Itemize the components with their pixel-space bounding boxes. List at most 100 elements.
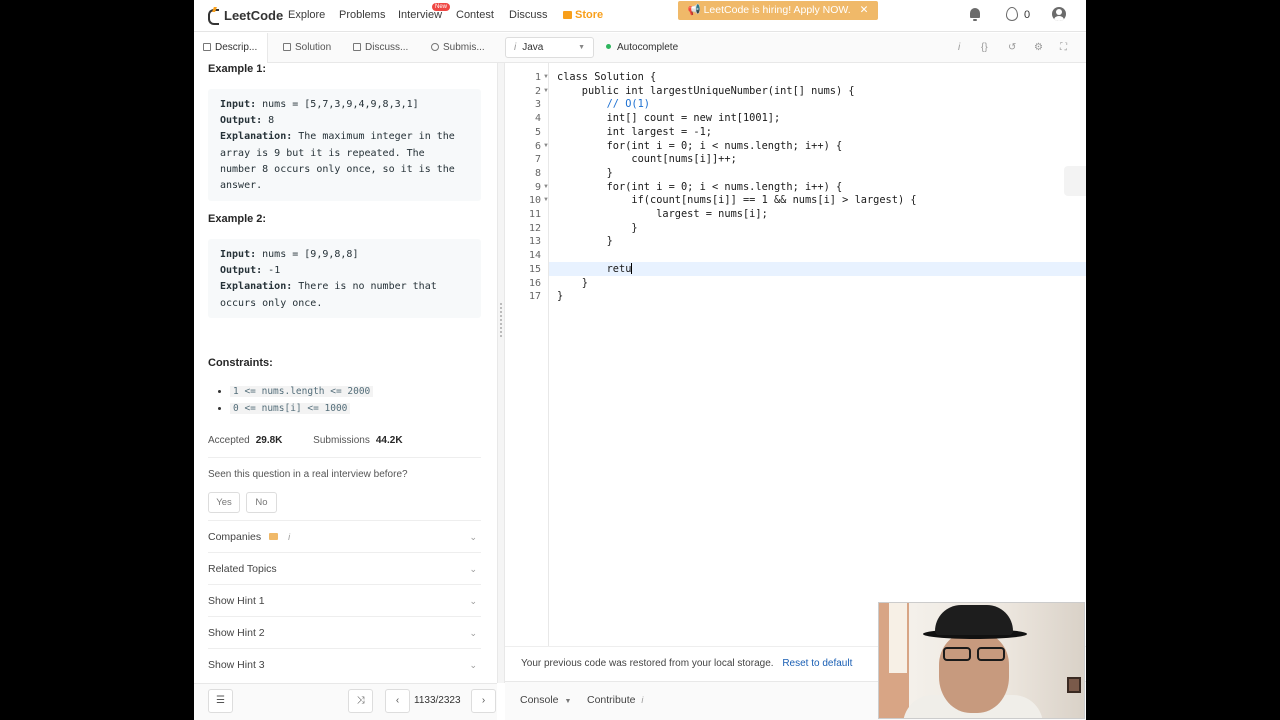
contribute-button[interactable]: Contribute i: [587, 694, 643, 706]
tab-discuss[interactable]: Discuss...: [344, 33, 420, 63]
close-icon[interactable]: ✕: [860, 4, 869, 16]
side-panel-toggle[interactable]: [1064, 166, 1086, 196]
reset-to-default-link[interactable]: Reset to default: [782, 658, 852, 669]
line-number: 4: [534, 113, 541, 125]
constraints-list: 1 <= nums.length <= 2000 0 <= nums[i] <=…: [230, 383, 374, 417]
discuss-icon: [353, 43, 361, 51]
problem-position: 1133/2323: [414, 695, 461, 706]
code-line[interactable]: for(int i = 0; i < nums.length; i++) {: [557, 181, 843, 195]
list-icon: ☰: [216, 695, 225, 706]
fold-arrow-icon[interactable]: ▼: [543, 88, 549, 94]
prev-problem-button[interactable]: ‹: [385, 689, 410, 713]
caret-down-icon: ▼: [564, 698, 572, 705]
tab-description[interactable]: Descrip...: [194, 33, 268, 63]
braces-icon[interactable]: {}: [981, 42, 988, 53]
code-editor[interactable]: 1 ▼ 2 ▼ 3 4 5 6 ▼ 7 8 9 ▼ 10 ▼ 11 12 13 14 15 16 17 class Sol…: [505, 63, 1086, 646]
bell-icon[interactable]: [969, 8, 981, 21]
nav-contest[interactable]: Contest: [456, 9, 494, 21]
user-avatar-icon[interactable]: [1052, 7, 1066, 21]
output-value: -1: [262, 265, 281, 277]
line-number: 3: [534, 99, 541, 111]
code-line[interactable]: retu: [557, 262, 633, 277]
accordion-hint-3[interactable]: Show Hint 3 ⌄: [208, 648, 481, 680]
logo[interactable]: LeetCode: [208, 7, 284, 25]
nav-interview[interactable]: Interview New: [398, 3, 451, 21]
hiring-banner[interactable]: 📢 LeetCode is hiring! Apply NOW. ✕: [678, 1, 878, 20]
tab-solution-label: Solution: [295, 42, 332, 53]
explanation-text: The maximum integer in the: [292, 131, 455, 143]
accordion-companies[interactable]: Companies i ⌄: [208, 520, 481, 552]
code-line[interactable]: }: [557, 277, 588, 291]
code-line[interactable]: }: [557, 167, 613, 181]
explanation-text: answer.: [220, 180, 263, 192]
description-icon: [203, 43, 211, 51]
reset-icon[interactable]: ↺: [1008, 42, 1016, 53]
line-number: 10: [528, 195, 541, 207]
accordion-hint-2[interactable]: Show Hint 2 ⌄: [208, 616, 481, 648]
line-number: 16: [528, 277, 541, 289]
nav-problems[interactable]: Problems: [339, 9, 385, 21]
store-icon: [563, 11, 572, 19]
example-1-title: Example 1:: [208, 63, 267, 75]
line-number: 7: [534, 154, 541, 166]
logo-text: LeetCode: [224, 7, 284, 23]
tab-description-label: Descrip...: [215, 42, 258, 53]
console-button[interactable]: Console ▼: [520, 694, 571, 706]
chevron-down-icon: ⌄: [469, 660, 477, 670]
fold-arrow-icon[interactable]: ▼: [543, 197, 549, 203]
line-number: 8: [534, 167, 541, 179]
code-line[interactable]: for(int i = 0; i < nums.length; i++) {: [557, 140, 843, 154]
accordion-label: Show Hint 3: [208, 659, 265, 671]
fold-arrow-icon[interactable]: ▼: [543, 143, 549, 149]
code-line[interactable]: }: [557, 290, 563, 304]
status-dot-icon: [606, 44, 611, 49]
info-icon[interactable]: i: [958, 42, 960, 53]
flame-icon[interactable]: [1006, 7, 1018, 21]
code-line[interactable]: }: [557, 235, 613, 249]
code-line[interactable]: // O(1): [557, 98, 650, 112]
fullscreen-icon[interactable]: ⛶: [1060, 42, 1067, 53]
accordion-hint-1[interactable]: Show Hint 1 ⌄: [208, 584, 481, 616]
autocomplete-toggle[interactable]: Autocomplete: [606, 33, 678, 63]
code-line[interactable]: class Solution {: [557, 71, 656, 85]
chevron-left-icon: ‹: [395, 695, 400, 706]
code-line[interactable]: if(count[nums[i]] == 1 && nums[i] > larg…: [557, 194, 916, 208]
code-line[interactable]: public int largestUniqueNumber(int[] num…: [557, 85, 855, 99]
panel-resize-handle[interactable]: [497, 63, 505, 683]
tab-solution[interactable]: Solution: [274, 33, 346, 63]
output-label: Output:: [220, 115, 263, 127]
problem-list-button[interactable]: ☰: [208, 689, 233, 713]
code-line[interactable]: largest = nums[i];: [557, 208, 768, 222]
language-select[interactable]: i Java ▼: [505, 37, 594, 58]
settings-icon[interactable]: ⚙: [1034, 42, 1043, 53]
accepted-label: Accepted: [208, 435, 250, 446]
divider: [208, 457, 481, 458]
explanation-text: array is 9 but it is repeated. The: [220, 147, 425, 159]
list-item: 1 <= nums.length <= 2000: [230, 383, 374, 400]
text-cursor: [631, 262, 633, 274]
random-problem-button[interactable]: ⤨: [348, 689, 373, 713]
chevron-down-icon: ⌄: [469, 532, 477, 542]
list-item: 0 <= nums[i] <= 1000: [230, 400, 373, 417]
language-value: Java: [522, 42, 544, 53]
nav-explore[interactable]: Explore: [288, 9, 325, 21]
code-line[interactable]: int largest = -1;: [557, 126, 712, 140]
explanation-label: Explanation:: [220, 281, 293, 293]
no-button[interactable]: No: [246, 492, 277, 513]
shuffle-icon: ⤨: [356, 695, 365, 706]
code-line[interactable]: int[] count = new int[1001];: [557, 112, 781, 126]
nav-store[interactable]: Store: [563, 9, 603, 21]
output-label: Output:: [220, 265, 263, 277]
tab-submissions[interactable]: Submis...: [422, 33, 498, 63]
explanation-label: Explanation:: [220, 131, 293, 143]
accordion-related-topics[interactable]: Related Topics ⌄: [208, 552, 481, 584]
code-line[interactable]: count[nums[i]]++;: [557, 153, 736, 167]
yes-button[interactable]: Yes: [208, 492, 240, 513]
code-line[interactable]: }: [557, 222, 637, 236]
accordion-label: Show Hint 1: [208, 595, 265, 607]
next-problem-button[interactable]: ›: [471, 689, 496, 713]
fold-arrow-icon[interactable]: ▼: [543, 74, 549, 80]
nav-discuss[interactable]: Discuss: [509, 9, 548, 21]
fold-arrow-icon[interactable]: ▼: [543, 184, 549, 190]
hiring-text: LeetCode is hiring! Apply NOW.: [703, 4, 851, 16]
